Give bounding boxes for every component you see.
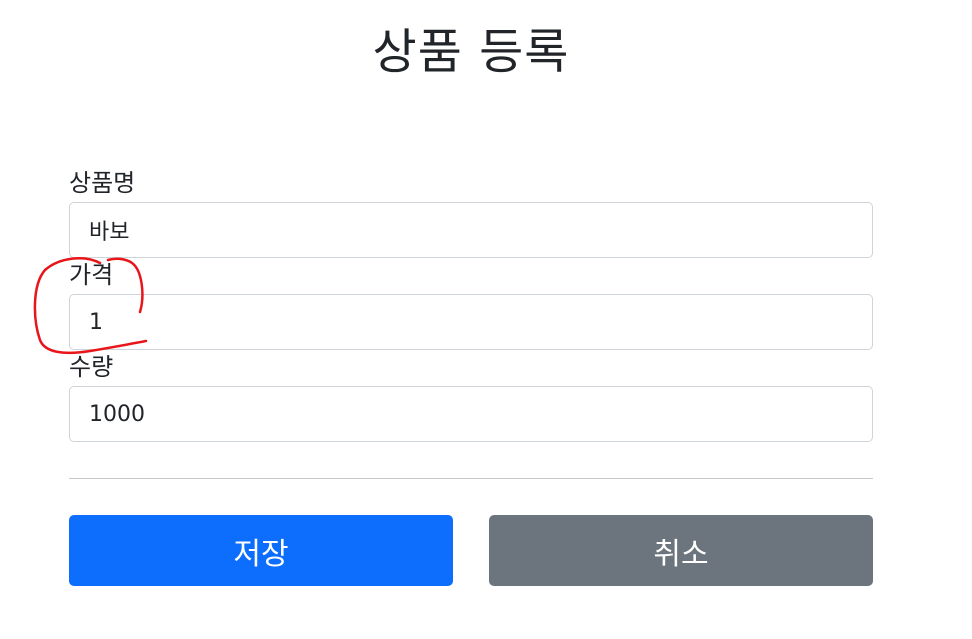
price-label: 가격: [69, 261, 114, 289]
cancel-button[interactable]: 취소: [489, 515, 873, 586]
form-divider: [69, 478, 873, 479]
quantity-label: 수량: [69, 353, 114, 381]
quantity-input[interactable]: [69, 386, 873, 442]
save-button[interactable]: 저장: [69, 515, 453, 586]
product-name-label: 상품명: [69, 169, 136, 197]
product-name-input[interactable]: [69, 202, 873, 258]
price-input[interactable]: [69, 294, 873, 350]
page-title: 상품 등록: [372, 24, 570, 80]
